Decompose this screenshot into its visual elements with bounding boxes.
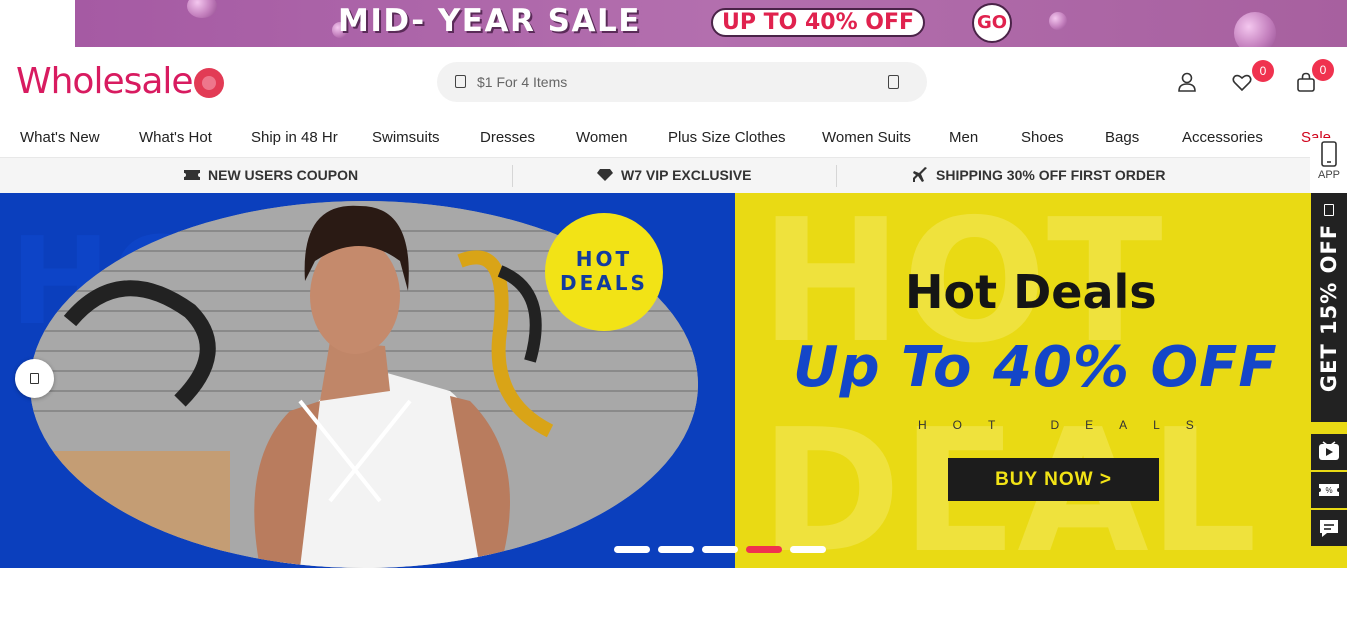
coupon-icon: % bbox=[1319, 484, 1339, 496]
badge-line: HOT bbox=[575, 247, 633, 271]
benefit-shipping[interactable]: SHIPPING 30% OFF FIRST ORDER bbox=[912, 167, 1165, 183]
nav-item-whats-hot[interactable]: What's Hot bbox=[139, 129, 212, 146]
discount-tab[interactable]: GET 15% OFF bbox=[1311, 193, 1347, 422]
promo-banner[interactable]: MID- YEAR SALE UP TO 40% OFF GO bbox=[0, 0, 1347, 47]
coupon-button[interactable]: % bbox=[1311, 472, 1347, 508]
search-icon[interactable] bbox=[455, 75, 466, 88]
nav-item-swimsuits[interactable]: Swimsuits bbox=[372, 129, 440, 146]
promo-decoration-ball bbox=[1234, 12, 1276, 47]
promo-decoration-ball bbox=[187, 0, 217, 18]
chevron-left-icon bbox=[30, 373, 39, 384]
promo-discount-pill: UP TO 40% OFF bbox=[711, 8, 925, 37]
nav-item-whats-new[interactable]: What's New bbox=[20, 129, 100, 146]
nav-item-shoes[interactable]: Shoes bbox=[1021, 129, 1064, 146]
airplane-icon bbox=[913, 167, 927, 182]
carousel-dot[interactable] bbox=[790, 546, 826, 553]
cart-count-badge: 0 bbox=[1312, 59, 1334, 81]
benefit-label: W7 VIP EXCLUSIVE bbox=[621, 167, 752, 183]
video-button[interactable] bbox=[1311, 434, 1347, 470]
hot-deals-badge: HOT DEALS bbox=[545, 213, 663, 331]
wishlist-count-badge: 0 bbox=[1252, 60, 1274, 82]
promo-go-button[interactable]: GO bbox=[972, 3, 1012, 43]
hero-offer-text: Up To 40% OFF bbox=[793, 335, 1278, 400]
chat-button[interactable] bbox=[1311, 510, 1347, 546]
benefit-label: NEW USERS COUPON bbox=[208, 167, 359, 183]
wishlist-heart-icon[interactable] bbox=[1231, 71, 1253, 93]
carousel-prev-button[interactable] bbox=[15, 359, 54, 398]
benefit-label: SHIPPING 30% OFF FIRST ORDER bbox=[936, 167, 1166, 183]
search-input[interactable] bbox=[477, 62, 877, 102]
benefit-new-users-coupon[interactable]: NEW USERS COUPON bbox=[184, 167, 358, 183]
hero-subtitle: HOT DEALS bbox=[918, 418, 1220, 432]
nav-item-bags[interactable]: Bags bbox=[1105, 129, 1139, 146]
app-label: APP bbox=[1317, 169, 1340, 181]
buy-now-button[interactable]: BUY NOW > bbox=[948, 458, 1159, 501]
benefits-bar: NEW USERS COUPON W7 VIP EXCLUSIVE SHIPPI… bbox=[0, 157, 1310, 193]
camera-search-icon[interactable] bbox=[888, 75, 899, 89]
nav-item-accessories[interactable]: Accessories bbox=[1182, 129, 1263, 146]
promo-title: MID- YEAR SALE bbox=[338, 3, 641, 39]
nav-item-men[interactable]: Men bbox=[949, 129, 978, 146]
hero-offer-panel[interactable]: HOT DEAL Hot Deals Up To 40% OFF HOT DEA… bbox=[735, 193, 1347, 568]
logo-mark bbox=[193, 68, 224, 98]
carousel-dots bbox=[614, 546, 834, 553]
carousel-dot[interactable] bbox=[614, 546, 650, 553]
main-nav: What's New What's Hot Ship in 48 Hr Swim… bbox=[0, 120, 1347, 156]
promo-decoration-ball bbox=[1049, 12, 1067, 30]
account-icon[interactable] bbox=[1176, 71, 1198, 93]
svg-text:%: % bbox=[1325, 486, 1332, 495]
site-logo[interactable]: Wholesale bbox=[16, 60, 224, 102]
discount-tab-label: GET 15% OFF bbox=[1317, 223, 1341, 393]
benefit-vip-exclusive[interactable]: W7 VIP EXCLUSIVE bbox=[597, 167, 751, 183]
divider bbox=[512, 165, 513, 187]
badge-line: DEALS bbox=[560, 271, 648, 295]
nav-item-women-suits[interactable]: Women Suits bbox=[822, 129, 911, 146]
play-video-icon bbox=[1319, 441, 1339, 460]
diamond-icon bbox=[597, 169, 613, 181]
promo-banner-background: MID- YEAR SALE UP TO 40% OFF GO bbox=[75, 0, 1347, 47]
carousel-dot[interactable] bbox=[658, 546, 694, 553]
carousel-dot-active[interactable] bbox=[746, 546, 782, 553]
app-download-button[interactable]: APP bbox=[1311, 138, 1347, 184]
hero-carousel[interactable]: HOT DEALS HOT DEAL Hot Deals Up To 40% O… bbox=[0, 193, 1347, 568]
phone-icon bbox=[1321, 141, 1337, 167]
search-bar[interactable] bbox=[437, 62, 927, 102]
logo-text: Wholesale bbox=[16, 60, 194, 102]
nav-item-women[interactable]: Women bbox=[576, 129, 627, 146]
chat-icon bbox=[1320, 520, 1338, 537]
nav-item-ship-48hr[interactable]: Ship in 48 Hr bbox=[251, 129, 338, 146]
nav-item-plus-size[interactable]: Plus Size Clothes bbox=[668, 129, 786, 146]
nav-item-dresses[interactable]: Dresses bbox=[480, 129, 535, 146]
hero-title: Hot Deals bbox=[905, 265, 1157, 319]
ticket-icon bbox=[184, 170, 200, 180]
hero-image-panel[interactable]: HOT DEALS bbox=[0, 193, 735, 568]
divider bbox=[836, 165, 837, 187]
carousel-dot[interactable] bbox=[702, 546, 738, 553]
